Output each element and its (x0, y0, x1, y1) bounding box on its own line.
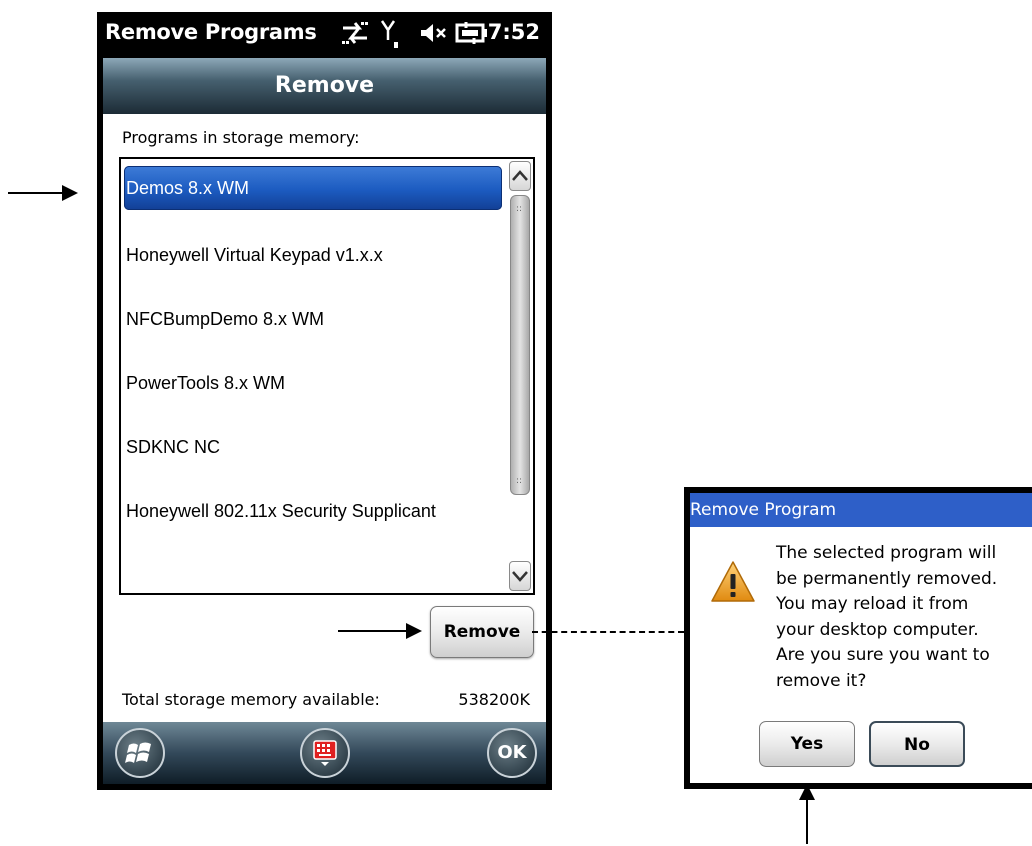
remove-button[interactable]: Remove (430, 606, 534, 658)
list-caption: Programs in storage memory: (122, 128, 360, 147)
scroll-up-button[interactable] (509, 161, 531, 191)
list-item[interactable]: NFCBumpDemo 8.x WM (124, 297, 502, 341)
list-item[interactable]: PowerTools 8.x WM (124, 361, 502, 405)
status-title: Remove Programs (105, 20, 317, 44)
warning-icon (710, 559, 756, 609)
program-list[interactable]: Demos 8.x WM Honeywell Virtual Keypad v1… (119, 157, 535, 595)
arrow-up-icon (799, 784, 815, 800)
scroll-thumb[interactable]: :: :: (510, 195, 530, 495)
signal-icon (380, 18, 402, 54)
remove-program-dialog: Remove Program The selected program will… (684, 487, 1032, 789)
chevron-up-icon (512, 170, 528, 181)
callout-arrow-line (806, 798, 808, 844)
list-item[interactable]: SDKNC NC (124, 425, 502, 469)
content-area: Programs in storage memory: Demos 8.x WM… (103, 114, 546, 722)
no-button[interactable]: No (869, 721, 965, 767)
keyboard-button[interactable] (300, 728, 350, 778)
dialog-body: The selected program will be permanently… (690, 527, 1032, 783)
phone-screen: Remove Programs 7:52 Remove Programs in … (97, 12, 552, 790)
status-bar: Remove Programs 7:52 (97, 12, 552, 58)
grip-icon: :: (516, 204, 523, 214)
list-item[interactable]: Demos 8.x WM (124, 166, 502, 210)
status-time: 7:52 (487, 20, 540, 44)
sync-arrows-icon (341, 18, 369, 52)
list-item[interactable]: Honeywell 802.11x Security Supplicant (124, 489, 502, 533)
yes-button[interactable]: Yes (759, 721, 855, 767)
memory-label: Total storage memory available: (122, 690, 380, 709)
chevron-down-icon (512, 571, 528, 582)
list-item[interactable]: Honeywell Virtual Keypad v1.x.x (124, 233, 502, 277)
page-title: Remove (103, 58, 546, 114)
dialog-message: The selected program will be permanently… (776, 543, 998, 691)
scrollbar[interactable]: :: :: (509, 161, 531, 591)
callout-arrow-line (338, 630, 408, 632)
callout-arrow-line (8, 192, 64, 194)
start-button[interactable] (115, 728, 165, 778)
arrow-right-icon (406, 623, 422, 639)
memory-value: 538200K (458, 690, 530, 709)
scroll-down-button[interactable] (509, 561, 531, 591)
speaker-muted-icon (419, 18, 449, 52)
callout-dashed-line (532, 631, 684, 633)
keyboard-icon (313, 740, 337, 766)
dialog-title: Remove Program (690, 493, 1032, 527)
softkey-bar: OK (103, 722, 546, 784)
arrow-right-icon (62, 185, 78, 201)
windows-start-icon (125, 742, 151, 763)
battery-charging-icon (455, 18, 489, 52)
grip-icon: :: (516, 476, 523, 486)
ok-button[interactable]: OK (487, 728, 537, 778)
